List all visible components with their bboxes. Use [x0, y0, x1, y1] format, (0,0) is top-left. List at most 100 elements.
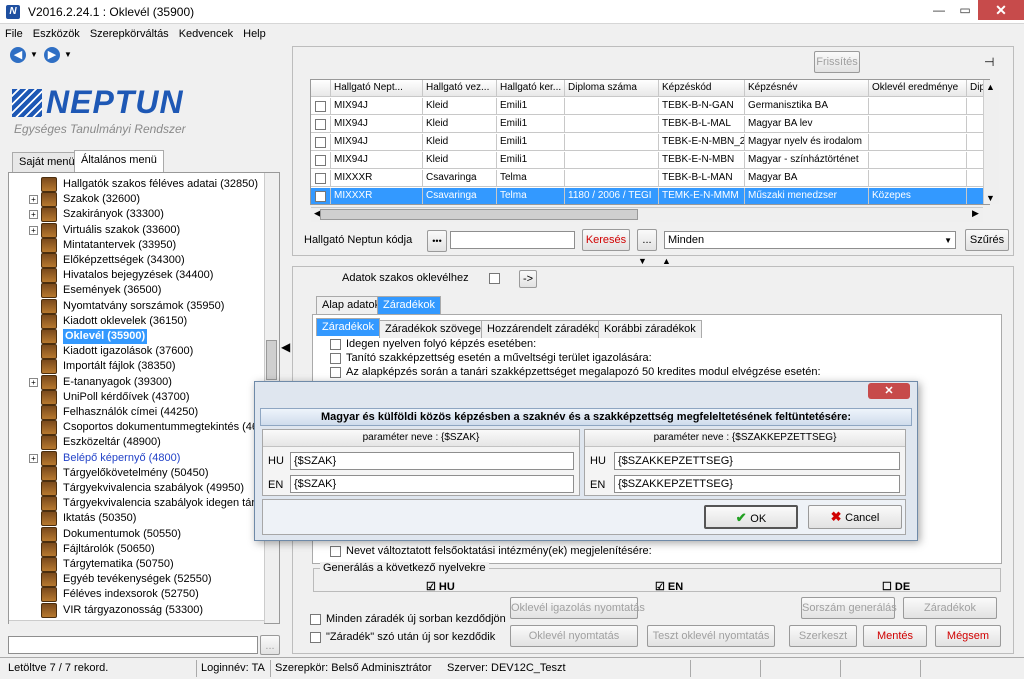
grid-cell[interactable] — [565, 134, 659, 151]
oklevel-nyomtatas-button[interactable]: Oklevél nyomtatás — [510, 625, 638, 647]
grid-cell[interactable]: Magyar BA — [745, 170, 869, 187]
zaradekok-button[interactable]: Záradékok — [903, 597, 997, 619]
grid-column-header[interactable]: Képzéskód — [659, 80, 745, 97]
back-arrow-icon[interactable]: ◀ — [10, 47, 26, 63]
grid-cell[interactable]: Közepes — [869, 188, 967, 204]
grid-cell[interactable]: Germanisztika BA — [745, 98, 869, 115]
expand-icon[interactable]: + — [29, 195, 38, 205]
filter-select[interactable]: Minden ▼ — [664, 231, 956, 249]
tree-item[interactable]: Kiadott igazolások (37600) — [9, 344, 265, 360]
grid-cell[interactable]: Emili1 — [497, 98, 565, 115]
row-checkbox[interactable] — [315, 101, 326, 112]
grid-cell[interactable]: Magyar - színháztörténet — [745, 152, 869, 169]
tree-item[interactable]: Eszközeltár (48900) — [9, 435, 265, 451]
tree-item[interactable]: + Belépő képernyő (4800) — [9, 450, 265, 466]
clause-checkbox[interactable] — [330, 367, 341, 378]
grid-scroll-down-icon[interactable]: ▼ — [986, 193, 995, 203]
grid-cell[interactable] — [565, 98, 659, 115]
grid-cell[interactable]: TEMK-E-N-MMM — [659, 188, 745, 204]
grid-cell[interactable]: Emili1 — [497, 134, 565, 151]
grid-cell[interactable]: MIX94J — [331, 116, 423, 133]
menu-search-button[interactable]: ... — [260, 635, 280, 655]
lang-en[interactable]: ☑ EN — [655, 580, 683, 593]
grid-cell[interactable]: TEBK-B-N-GAN — [659, 98, 745, 115]
grid-column-header[interactable]: Diploma száma — [565, 80, 659, 97]
lang-de[interactable]: ☐ DE — [882, 580, 910, 593]
search-button[interactable]: Keresés — [582, 229, 630, 251]
tree-item[interactable]: Fájltárolók (50650) — [9, 541, 265, 557]
grid-cell[interactable]: Telma — [497, 188, 565, 204]
grid-cell[interactable]: Magyar BA lev — [745, 116, 869, 133]
tree-item[interactable]: + Szakok (32600) — [9, 192, 265, 208]
grid-cell[interactable]: Emili1 — [497, 152, 565, 169]
pin-icon[interactable]: ⊣ — [984, 55, 994, 69]
grid-cell[interactable]: MIX94J — [331, 134, 423, 151]
grid-cell[interactable]: TEBK-B-L-MAN — [659, 170, 745, 187]
expand-icon[interactable]: + — [29, 453, 38, 463]
szak-en-input[interactable]: {$SZAK} — [290, 475, 574, 493]
tab-alap-adatok[interactable]: Alap adatok — [316, 296, 387, 314]
szakkepzettseg-hu-input[interactable]: {$SZAKKEPZETTSEG} — [614, 452, 900, 470]
minimize-button[interactable]: — — [926, 0, 952, 20]
row-select-cell[interactable] — [311, 152, 331, 169]
opt-after-word-checkbox[interactable] — [310, 632, 321, 643]
grid-cell[interactable]: TEBK-E-N-MBN_2 — [659, 134, 745, 151]
grid-cell[interactable] — [869, 98, 967, 115]
menu-szerepkorvaltas[interactable]: Szerepkörváltás — [85, 26, 174, 42]
filter-button[interactable]: Szűrés — [965, 229, 1009, 251]
grid-cell[interactable] — [565, 116, 659, 133]
grid-cell[interactable]: MIX94J — [331, 152, 423, 169]
tree-item[interactable]: Dokumentumok (50550) — [9, 526, 265, 542]
grid-cell[interactable]: Kleid — [423, 152, 497, 169]
grid-cell[interactable]: Emili1 — [497, 116, 565, 133]
szerkeszt-button[interactable]: Szerkeszt — [789, 625, 857, 647]
grid-cell[interactable] — [869, 152, 967, 169]
menu-kedvencek[interactable]: Kedvencek — [174, 26, 238, 42]
grid-column-header[interactable]: Hallgató ker... — [497, 80, 565, 97]
tree-item[interactable]: + Szakirányok (33300) — [9, 207, 265, 223]
menu-help[interactable]: Help — [238, 26, 271, 42]
grid-cell[interactable]: Kleid — [423, 98, 497, 115]
clause-checkbox[interactable] — [330, 546, 341, 557]
row-select-cell[interactable] — [311, 116, 331, 133]
tree-item[interactable]: Előképzettségek (34300) — [9, 253, 265, 268]
tab-altalanos-menu[interactable]: Általános menü — [74, 150, 164, 172]
lang-hu[interactable]: ☑ HU — [426, 580, 455, 593]
tree-item[interactable]: Importált fájlok (38350) — [9, 359, 265, 375]
forward-dropdown-icon[interactable]: ▼ — [64, 50, 72, 59]
cancel-button[interactable]: ✖ Cancel — [808, 505, 902, 529]
tree-item[interactable]: UniPoll kérdőívek (43700) — [9, 389, 265, 405]
subtab-korabbi[interactable]: Korábbi záradékok — [598, 320, 702, 338]
adatok-arrow-button[interactable]: -> — [519, 270, 537, 288]
sorszam-generalas-button[interactable]: Sorszám generálás — [801, 597, 897, 619]
clause-checkbox[interactable] — [330, 339, 341, 350]
row-select-cell[interactable] — [311, 134, 331, 151]
oklevel-igazolas-button[interactable]: Oklevél igazolás nyomtatás — [510, 597, 645, 619]
menu-search-input[interactable] — [8, 636, 258, 654]
expand-icon[interactable]: + — [29, 377, 38, 387]
grid-cell[interactable]: TEBK-E-N-MBN — [659, 152, 745, 169]
grid-cell[interactable]: MIXXXR — [331, 188, 423, 204]
row-checkbox[interactable] — [315, 137, 326, 148]
search-ellipsis-button[interactable]: ... — [637, 229, 657, 251]
grid-cell[interactable]: Kleid — [423, 116, 497, 133]
grid-header-select[interactable] — [311, 80, 331, 97]
row-checkbox[interactable] — [315, 155, 326, 166]
splitter-collapse-icon[interactable]: ◀ — [281, 340, 291, 360]
collapse-down-icon[interactable]: ▼ — [638, 256, 647, 266]
grid-cell[interactable]: TEBK-B-L-MAL — [659, 116, 745, 133]
grid-column-header[interactable]: Képzésnév — [745, 80, 869, 97]
restore-button[interactable]: ▭ — [952, 0, 978, 20]
tree-item[interactable]: Kiadott oklevelek (36150) — [9, 313, 265, 329]
forward-arrow-icon[interactable]: ▶ — [44, 47, 60, 63]
row-checkbox[interactable] — [315, 119, 326, 130]
tree-item[interactable]: Féléves indexsorok (52750) — [9, 587, 265, 603]
tree-item[interactable]: Tárgyekvivalencia szabályok idegen tárgy… — [9, 496, 278, 512]
grid-scroll-up-icon[interactable]: ▲ — [986, 82, 995, 92]
ok-button[interactable]: ✔ OK — [704, 505, 798, 529]
grid-column-header[interactable]: Oklevél eredménye — [869, 80, 967, 97]
tree-item[interactable]: Események (36500) — [9, 283, 265, 299]
szakkepzettseg-en-input[interactable]: {$SZAKKEPZETTSEG} — [614, 475, 900, 493]
menu-file[interactable]: File — [0, 26, 28, 42]
tree-scroll-thumb[interactable] — [266, 340, 277, 380]
